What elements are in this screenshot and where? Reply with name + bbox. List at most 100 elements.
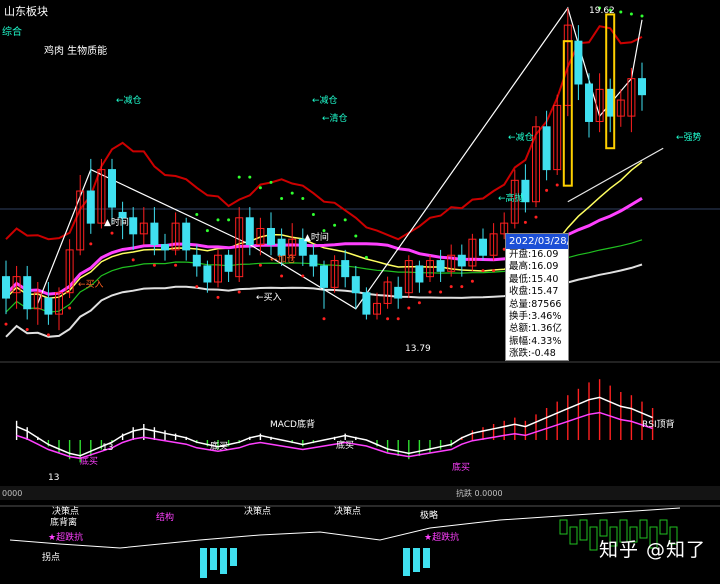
tooltip-row: 开盘:16.09 <box>509 249 559 260</box>
bottom-bar <box>200 548 207 578</box>
candle-body <box>267 227 275 246</box>
red-dot <box>174 263 178 267</box>
green-dot <box>290 191 294 195</box>
status-strip <box>0 486 720 500</box>
candle-body <box>203 265 212 283</box>
red-dot <box>237 290 241 294</box>
annotation-mr2: ←买入 <box>256 292 282 303</box>
candle-body <box>320 265 328 288</box>
candle-body <box>638 78 646 96</box>
candle-body <box>182 222 191 251</box>
macd-label: 底买 <box>336 439 354 451</box>
bottom-bar <box>403 548 410 576</box>
annotation-jc4: ←加仓 <box>270 253 296 265</box>
bottom-label: 极略 <box>420 509 438 521</box>
macd-label: MACD底背 <box>270 418 315 430</box>
candle-body <box>351 276 360 294</box>
tooltip-row: 最低:15.40 <box>509 273 559 285</box>
candle-body <box>161 244 169 251</box>
candle-body <box>118 211 127 219</box>
green-dot <box>640 14 644 18</box>
candle-body <box>606 88 615 117</box>
bottom-label: 决策点 <box>244 505 271 517</box>
status-mid: 抗跌 0.0000 <box>456 488 503 498</box>
macd-label: 13 <box>48 473 59 483</box>
watermark: 知乎 @知了 <box>598 539 706 561</box>
red-dot <box>534 215 538 219</box>
red-dot <box>386 317 390 321</box>
macd-label: 底买 <box>80 455 98 467</box>
red-dot <box>555 183 559 187</box>
red-dot <box>523 220 527 224</box>
red-dot <box>545 188 549 192</box>
red-dot <box>301 274 305 278</box>
annotation-gd: ←高抛 <box>498 192 524 204</box>
bottom-label: 决策点 <box>334 505 361 517</box>
red-dot <box>110 231 114 235</box>
green-dot <box>248 175 252 179</box>
candle-body <box>150 222 159 246</box>
annotation-jc1: ←减仓 <box>116 94 142 106</box>
candle-body <box>224 254 233 272</box>
red-dot <box>258 263 262 267</box>
red-dot <box>449 285 453 289</box>
red-dot <box>470 279 474 283</box>
bottom-bar <box>599 519 608 537</box>
green-dot <box>629 12 633 16</box>
green-dot <box>301 196 305 200</box>
bottom-bar <box>659 519 668 535</box>
candle-body <box>415 265 424 283</box>
green-dot <box>205 229 209 233</box>
candle-body <box>341 260 350 278</box>
macd-label: RSI顶背 <box>642 418 675 430</box>
annotation-sm1: ▲时间 <box>104 216 129 228</box>
tooltip-row: 最高:16.09 <box>509 261 559 273</box>
green-dot <box>364 255 368 259</box>
bottom-bar <box>579 519 588 541</box>
candle-body <box>108 169 116 208</box>
bottom-bar <box>210 548 217 570</box>
annotation-jc2: ←减仓 <box>312 94 338 106</box>
red-dot <box>68 306 72 310</box>
green-dot <box>311 213 315 217</box>
red-dot <box>216 295 220 299</box>
candle-body <box>479 238 487 256</box>
annotation-mr1: ←买入 <box>78 279 104 290</box>
tooltip-row: 涨跌:-0.48 <box>509 348 556 360</box>
red-dot <box>4 322 8 326</box>
candle-body <box>129 217 138 235</box>
red-dot <box>280 274 284 278</box>
green-dot <box>258 186 262 190</box>
bottom-label: 拐点 <box>42 551 60 563</box>
price-tooltip: 2022/03/28/一 开盘:16.09最高:16.09最低:15.40收盘:… <box>505 233 569 361</box>
bottom-label: 底背离 <box>50 516 77 528</box>
stock-sector: 综合 <box>2 25 22 38</box>
annotation-qs: ←强势 <box>676 131 702 143</box>
stock-title: 山东板块 <box>4 4 48 18</box>
bottom-bar <box>559 519 568 535</box>
tooltip-row: 总量:87566 <box>509 298 562 310</box>
red-dot <box>407 306 411 310</box>
green-dot <box>280 196 284 200</box>
red-dot <box>492 269 496 273</box>
tooltip-date: 2022/03/28/一 <box>506 234 568 249</box>
candle-body <box>362 292 371 315</box>
red-dot <box>417 301 421 305</box>
candle-body <box>309 254 318 267</box>
red-dot <box>46 333 50 337</box>
candle-body <box>23 276 32 310</box>
green-dot <box>269 180 273 184</box>
candle-body <box>44 297 53 315</box>
red-dot <box>25 327 29 331</box>
tooltip-row: 振幅:4.33% <box>509 335 562 347</box>
bottom-bar <box>230 548 237 566</box>
bottom-label: ★超跌抗 <box>48 531 83 543</box>
green-dot <box>619 10 623 14</box>
red-dot <box>428 290 432 294</box>
bottom-bar <box>413 548 420 572</box>
annotation-sm2: ▲时间 <box>304 231 329 243</box>
green-dot <box>237 175 241 179</box>
candle-body <box>457 254 466 267</box>
candle-body <box>436 260 445 272</box>
tooltip-rows: 开盘:16.09 最高:16.09 最低:15.40 收盘:15.47 总量:87566… <box>506 249 568 360</box>
